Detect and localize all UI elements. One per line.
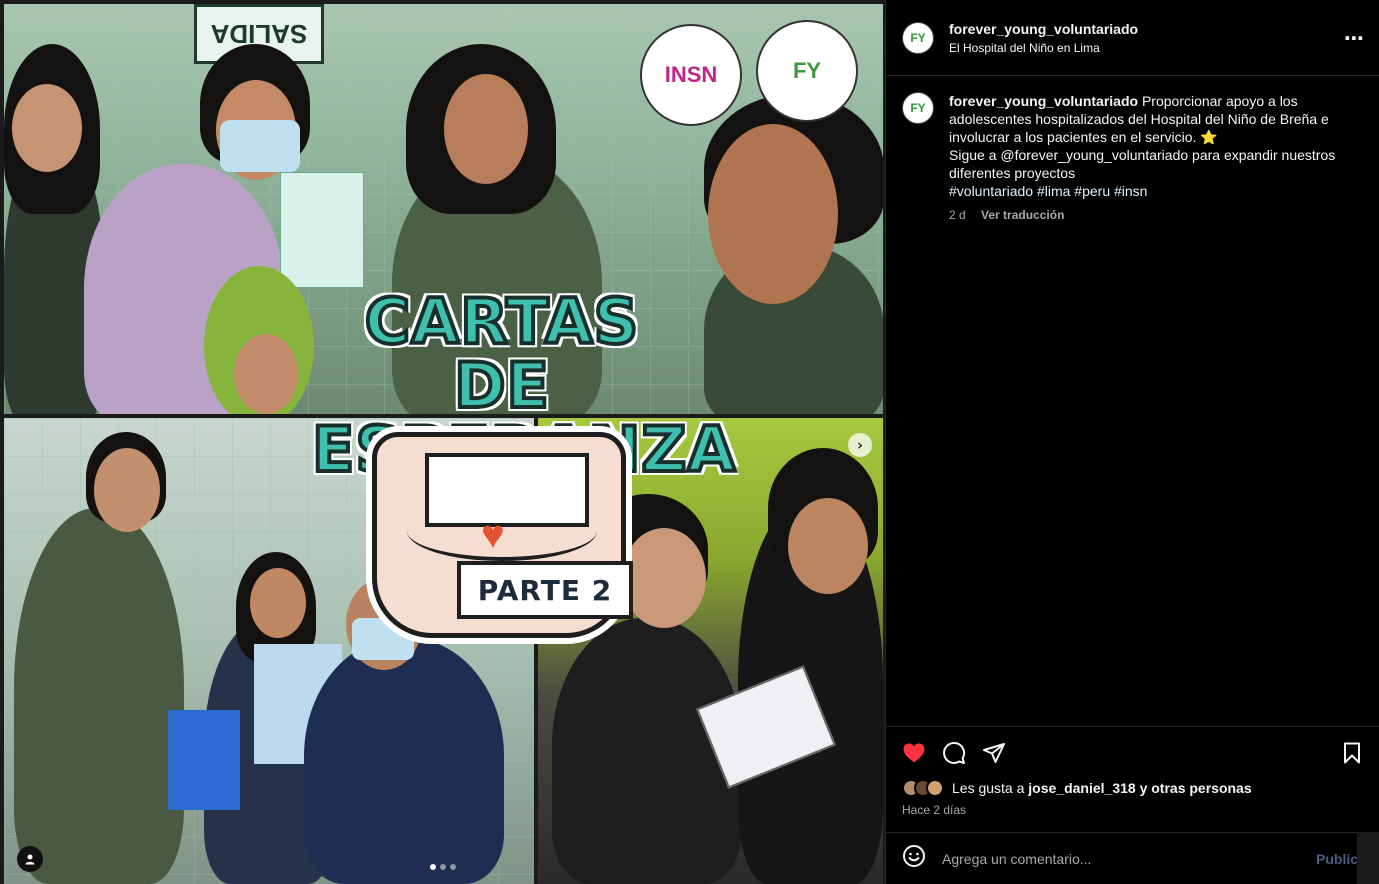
comment-input[interactable] [942,850,1302,867]
caption-username[interactable]: forever_young_voluntariado [949,93,1138,109]
location-link[interactable]: El Hospital del Niño en Lima [949,41,1138,55]
heart-seal-icon: ♥ [481,513,505,557]
share-button[interactable] [982,741,1006,765]
avatar [926,779,944,797]
comment-button[interactable] [942,741,966,765]
instagram-post-modal: SALIDA INSN FY CARTAS DE ♥ PARTE 2 › FY … [0,0,1379,884]
likes-suffix[interactable]: y otras personas [1140,780,1252,796]
action-bar: Les gusta a jose_daniel_318 y otras pers… [886,726,1379,817]
carousel-dot [450,864,456,870]
caption-hashtags[interactable]: #voluntariado #lima #peru #insn [949,182,1349,200]
emoji-icon [903,845,925,867]
avatar[interactable]: FY [902,21,934,54]
heart-icon [903,743,925,763]
user-tag-icon [25,854,35,865]
share-icon [983,743,1005,763]
post-media[interactable]: SALIDA INSN FY CARTAS DE ♥ PARTE 2 › [0,0,885,884]
carousel-dot [430,864,436,870]
chevron-right-icon: › [856,436,864,454]
comment-icon [943,742,966,764]
carousel-dot [440,864,446,870]
more-icon: ⋯ [1344,26,1365,50]
photo-top: SALIDA INSN FY [4,4,883,414]
carousel-next-button[interactable]: › [848,433,872,457]
save-button[interactable] [1340,741,1364,765]
post-details-panel: FY forever_young_voluntariado El Hospita… [885,0,1379,884]
caption-avatar[interactable]: FY [902,92,934,124]
post-age: 2 d [949,208,966,222]
post-timestamp: Hace 2 días [902,803,967,817]
post-header: FY forever_young_voluntariado El Hospita… [886,0,1379,76]
likes-summary[interactable]: Les gusta a jose_daniel_318 y otras pers… [902,779,1364,797]
header-username[interactable]: forever_young_voluntariado [949,21,1138,37]
bookmark-icon [1344,742,1360,764]
part-badge: PARTE 2 [457,561,633,619]
likes-prefix: Les gusta a [952,780,1025,796]
insn-logo: INSN [640,24,742,126]
caption: FY forever_young_voluntariado Proporcion… [886,76,1379,222]
see-translation-link[interactable]: Ver traducción [981,208,1064,222]
more-options-button[interactable]: ⋯ [1344,28,1365,48]
scroll-edge [1357,832,1379,884]
comment-composer: Publicar [886,832,1379,884]
caption-follow-text: Sigue a @forever_young_voluntariado para… [949,147,1336,181]
like-button[interactable] [902,741,926,765]
carousel-indicator [430,864,456,870]
liker-avatars [902,779,944,797]
envelope-graphic: ♥ PARTE 2 [372,432,633,638]
forever-young-logo: FY [756,20,858,122]
liker-username[interactable]: jose_daniel_318 [1028,780,1135,796]
emoji-button[interactable] [902,844,926,873]
user-tag-button[interactable] [17,846,43,872]
